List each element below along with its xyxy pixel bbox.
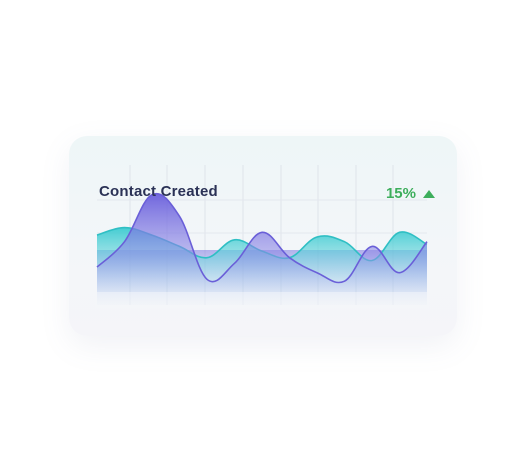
change-stat: 15% [386, 185, 435, 202]
arrow-up-icon [423, 189, 435, 198]
card-title: Contact Created [99, 183, 218, 200]
contact-created-card [69, 136, 457, 336]
change-value: 15% [385, 185, 416, 202]
